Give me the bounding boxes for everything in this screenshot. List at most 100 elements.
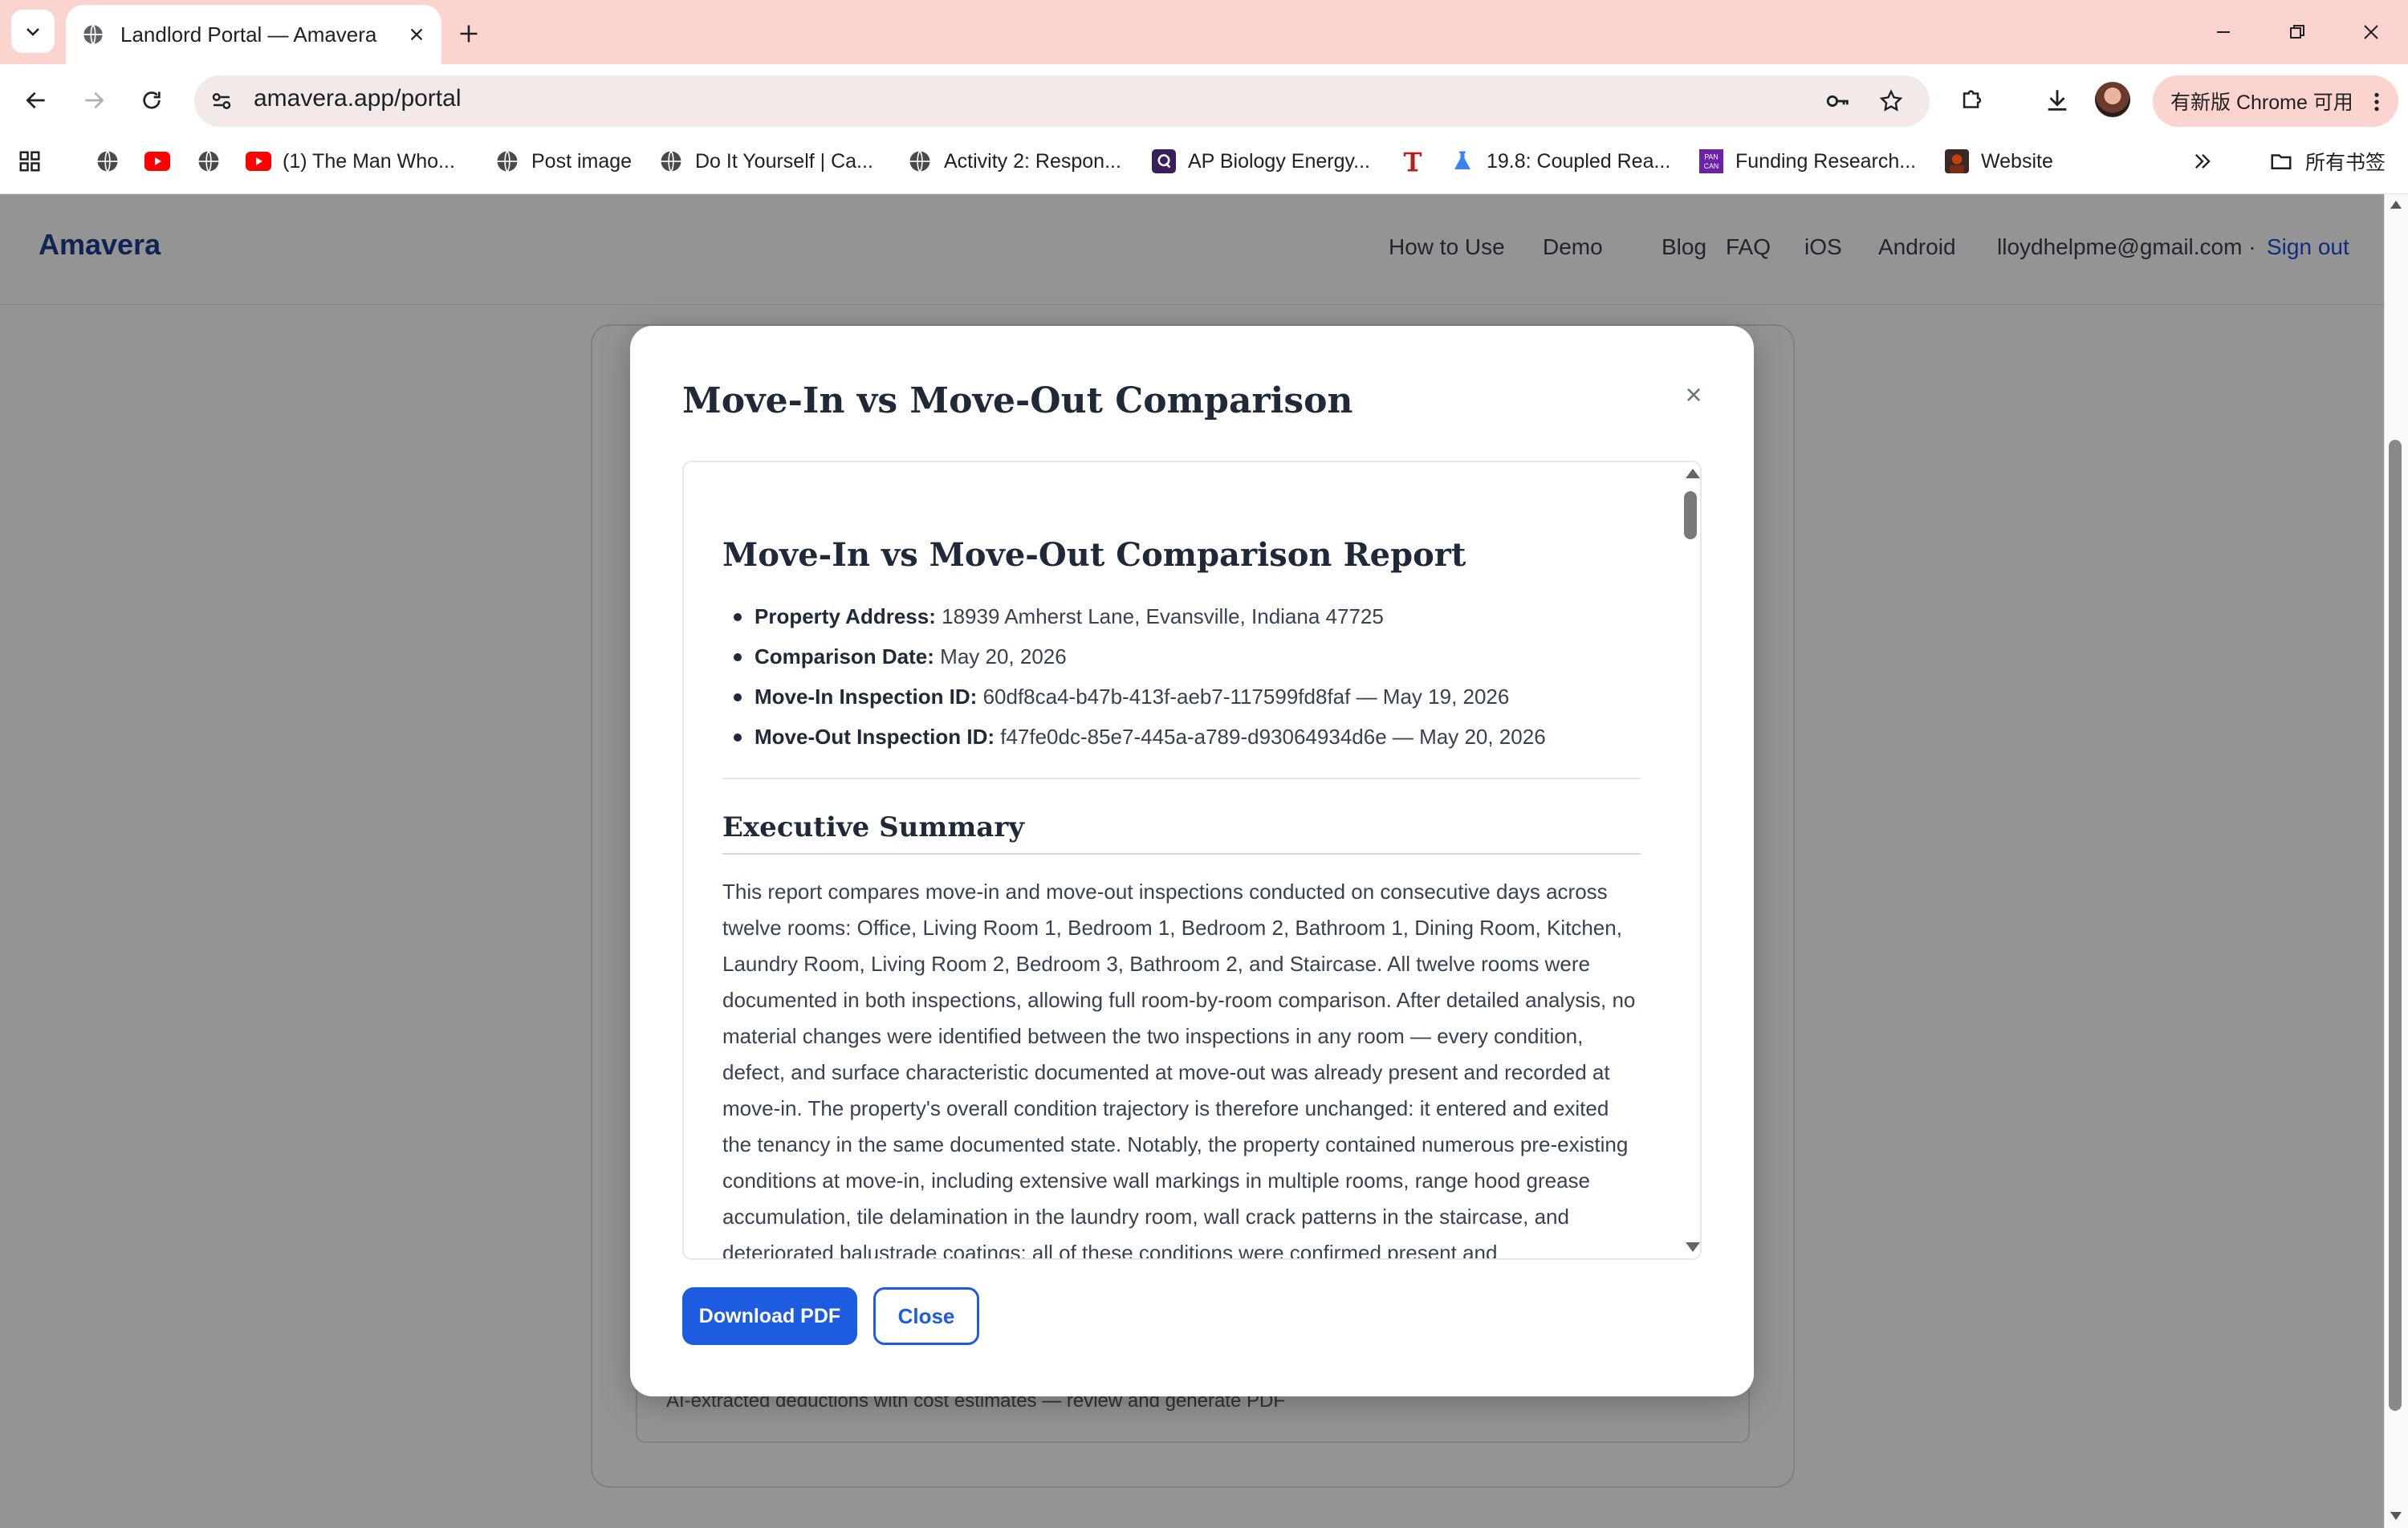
close-icon[interactable] <box>408 26 425 43</box>
puzzle-icon <box>1963 90 1982 108</box>
arrow-right-icon <box>85 91 104 109</box>
window-close-button[interactable] <box>2347 11 2395 53</box>
globe-icon <box>83 24 103 45</box>
close-button[interactable]: Close <box>873 1287 979 1345</box>
all-bookmarks-label: 所有书签 <box>2305 152 2386 174</box>
t-logo-icon <box>1400 148 1426 174</box>
bookmark-label: Activity 2: Respon... <box>944 149 1121 173</box>
bookmarks-overflow-button[interactable] <box>2191 141 2214 181</box>
bookmark-label: (1) The Man Who... <box>283 149 455 173</box>
modal-close-icon[interactable]: × <box>1678 378 1710 411</box>
bookmark-label: Website <box>1981 149 2053 173</box>
bookmark-item[interactable] <box>1400 141 1437 181</box>
meta-value: May 20, 2026 <box>940 644 1067 668</box>
meta-label: Comparison Date: <box>755 644 934 668</box>
meta-value: f47fe0dc-85e7-445a-a789-d93064934d6e — M… <box>1000 725 1546 749</box>
site-info-button[interactable] <box>202 82 241 120</box>
tune-icon <box>212 93 231 109</box>
password-key-button[interactable] <box>1819 82 1857 120</box>
bookmark-item[interactable]: (1) The Man Who... <box>246 141 455 181</box>
report-scroll-down-arrow[interactable] <box>1686 1242 1700 1252</box>
bookmark-item[interactable]: Post image <box>494 141 632 181</box>
report-scroll-up-arrow[interactable] <box>1686 469 1700 478</box>
bookmark-item[interactable]: AP Biology Energy... <box>1151 141 1370 181</box>
scroll-down-arrow[interactable] <box>2390 1512 2402 1520</box>
bookmark-label: Do It Yourself | Ca... <box>695 149 873 173</box>
bookmark-item[interactable]: Do It Yourself | Ca... <box>658 141 873 181</box>
report-title: Move-In vs Move-Out Comparison Report <box>722 536 1466 574</box>
report-content: Move-In vs Move-Out Comparison Report Pr… <box>722 536 1641 1258</box>
extensions-button[interactable] <box>1950 79 1994 122</box>
restore-button[interactable] <box>2273 11 2321 53</box>
browser-tab-active[interactable]: Landlord Portal — Amavera <box>66 5 441 64</box>
forward-button[interactable] <box>72 79 116 122</box>
more-vert-icon <box>2374 92 2379 112</box>
update-chip-label: 有新版 Chrome 可用 <box>2170 91 2353 114</box>
meta-item: Move-In Inspection ID: 60df8ca4-b47b-413… <box>722 677 1641 717</box>
globe-icon <box>95 148 120 174</box>
svg-text:CAN: CAN <box>1704 162 1719 170</box>
globe-icon <box>494 148 520 174</box>
meta-value: 18939 Amherst Lane, Evansville, Indiana … <box>942 604 1384 628</box>
avatar-icon <box>1944 148 1970 174</box>
tab-search-button[interactable] <box>11 10 55 53</box>
globe-icon <box>658 148 684 174</box>
reload-button[interactable] <box>130 79 173 122</box>
arrow-left-icon <box>26 91 45 109</box>
bookmark-item[interactable] <box>196 141 233 181</box>
tab-title: Landlord Portal — Amavera <box>120 22 377 47</box>
bookmark-label: Post image <box>531 149 633 173</box>
download-pdf-button[interactable]: Download PDF <box>682 1287 857 1345</box>
bookmark-label: Funding Research... <box>1735 149 1917 173</box>
page-scrollbar-thumb[interactable] <box>2389 440 2402 1411</box>
all-bookmarks-button[interactable]: 所有书签 <box>2268 141 2386 181</box>
reload-icon <box>143 91 161 109</box>
pancan-icon: PAN CAN <box>1698 148 1724 174</box>
report-viewer[interactable]: Move-In vs Move-Out Comparison Report Pr… <box>682 461 1702 1260</box>
youtube-icon <box>246 148 271 174</box>
close-icon <box>2364 25 2378 39</box>
star-icon <box>1879 89 1903 112</box>
youtube-icon <box>144 148 170 174</box>
report-scrollbar[interactable] <box>1684 462 1700 1258</box>
bookmark-item[interactable] <box>95 141 132 181</box>
meta-item: Comparison Date: May 20, 2026 <box>722 636 1641 677</box>
chevron-down-icon <box>26 28 39 36</box>
divider <box>722 778 1641 779</box>
download-icon <box>2048 90 2067 111</box>
globe-icon <box>196 148 222 174</box>
restore-icon <box>2290 25 2304 39</box>
new-tab-button[interactable] <box>449 14 488 53</box>
report-scrollbar-thumb[interactable] <box>1684 491 1697 539</box>
apps-button[interactable] <box>18 141 42 181</box>
chrome-update-chip[interactable]: 有新版 Chrome 可用 <box>2153 75 2398 127</box>
downloads-button[interactable] <box>2036 79 2079 122</box>
meta-value: 60df8ca4-b47b-413f-aeb7-117599fd8faf — M… <box>982 685 1510 709</box>
bookmark-item[interactable]: 19.8: Coupled Rea... <box>1450 141 1670 181</box>
url-text[interactable]: amavera.app/portal <box>254 85 462 112</box>
bookmark-item[interactable]: PAN CAN Funding Research... <box>1698 141 1916 181</box>
minimize-button[interactable] <box>2199 11 2247 53</box>
back-button[interactable] <box>14 79 58 122</box>
profile-avatar[interactable] <box>2095 82 2130 117</box>
bookmark-item[interactable] <box>144 141 181 181</box>
bookmark-item[interactable]: Website <box>1944 141 2053 181</box>
executive-summary-heading: Executive Summary <box>722 811 1641 855</box>
scroll-up-arrow[interactable] <box>2390 201 2402 209</box>
globe-icon <box>907 148 933 174</box>
bookmark-star-button[interactable] <box>1872 82 1910 120</box>
folder-icon <box>2271 154 2292 169</box>
minimize-icon <box>2217 31 2230 33</box>
meta-label: Move-Out Inspection ID: <box>755 725 995 749</box>
q-logo-icon <box>1151 148 1177 174</box>
bookmark-label: 19.8: Coupled Rea... <box>1487 149 1671 173</box>
double-chevron-right-icon <box>2195 154 2211 169</box>
apps-grid-icon <box>19 151 40 172</box>
modal-title: Move-In vs Move-Out Comparison <box>682 380 1353 421</box>
meta-label: Property Address: <box>755 604 936 628</box>
report-meta-list: Property Address: 18939 Amherst Lane, Ev… <box>722 596 1641 757</box>
meta-item: Move-Out Inspection ID: f47fe0dc-85e7-44… <box>722 717 1641 757</box>
flask-icon <box>1450 148 1475 174</box>
bookmark-label: AP Biology Energy... <box>1188 149 1370 173</box>
bookmark-item[interactable]: Activity 2: Respon... <box>907 141 1121 181</box>
